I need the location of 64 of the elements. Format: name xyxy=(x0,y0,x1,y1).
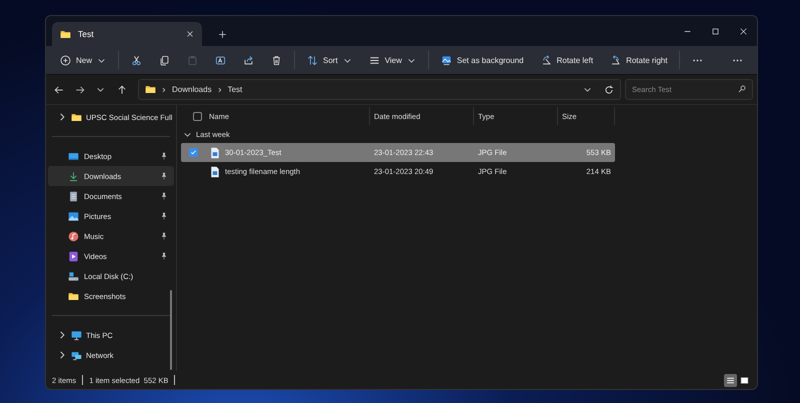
plus-circle-icon xyxy=(60,54,71,66)
scissors-icon xyxy=(131,54,142,66)
close-icon xyxy=(186,30,194,38)
document-icon xyxy=(68,190,79,202)
pin-icon xyxy=(160,192,168,200)
drive-icon xyxy=(68,270,79,282)
chevron-right-icon xyxy=(161,86,167,92)
select-all-checkbox[interactable] xyxy=(193,112,202,120)
close-icon xyxy=(738,26,748,36)
rotate-left-icon xyxy=(540,54,552,66)
tab-title: Test xyxy=(78,29,94,39)
breadcrumb[interactable]: Downloads xyxy=(172,85,212,94)
breadcrumb[interactable]: Test xyxy=(228,85,242,94)
background-button[interactable]: Set as background xyxy=(432,49,532,71)
arrow-right-icon xyxy=(74,84,84,94)
scrollbar[interactable] xyxy=(170,290,172,370)
folder-icon xyxy=(145,84,156,95)
refresh-icon xyxy=(604,84,614,94)
monitor-icon xyxy=(71,330,82,340)
details-view-button[interactable] xyxy=(724,374,737,386)
picture-icon xyxy=(440,54,452,66)
rotate-left-button[interactable]: Rotate left xyxy=(532,49,602,71)
network-icon xyxy=(71,350,82,360)
arrow-left-icon xyxy=(54,84,64,94)
pin-icon xyxy=(160,152,168,160)
check-icon xyxy=(190,149,197,156)
address-bar[interactable]: Downloads Test xyxy=(138,79,621,100)
image-file-icon xyxy=(209,146,221,158)
picture-icon xyxy=(68,210,79,222)
sort-icon xyxy=(307,54,318,66)
chevron-right-icon xyxy=(216,86,223,92)
rotate-right-icon xyxy=(610,54,622,66)
new-tab-button[interactable] xyxy=(218,30,227,39)
window-tab[interactable]: Test xyxy=(52,22,202,46)
pin-icon xyxy=(160,172,168,180)
pin-icon xyxy=(160,252,168,260)
sort-button[interactable]: Sort xyxy=(299,49,360,71)
view-icon xyxy=(368,54,380,66)
search-icon xyxy=(738,85,746,93)
arrow-up-icon xyxy=(116,84,126,94)
trash-icon xyxy=(271,54,282,66)
pin-icon xyxy=(160,212,168,220)
maximize-icon xyxy=(710,26,720,36)
row-checkbox[interactable] xyxy=(189,148,198,157)
close-tab-button[interactable] xyxy=(186,30,194,38)
folder-icon xyxy=(60,28,71,40)
view-button[interactable]: View xyxy=(360,49,424,71)
list-icon xyxy=(726,376,735,384)
desktop-icon xyxy=(68,150,79,162)
new-button[interactable]: New xyxy=(52,49,114,71)
plus-icon xyxy=(218,30,227,39)
pin-icon xyxy=(160,232,168,240)
copy-icon xyxy=(159,54,170,66)
share-icon xyxy=(243,54,254,66)
rename-icon xyxy=(215,54,226,66)
clipboard-icon xyxy=(187,54,198,66)
tile-icon xyxy=(740,376,749,384)
music-icon xyxy=(68,230,79,242)
video-icon xyxy=(68,250,79,262)
folder-icon xyxy=(71,112,82,122)
rotate-right-button[interactable]: Rotate right xyxy=(602,49,676,71)
folder-icon xyxy=(68,290,79,302)
image-file-icon xyxy=(209,166,221,178)
download-icon xyxy=(68,170,79,182)
